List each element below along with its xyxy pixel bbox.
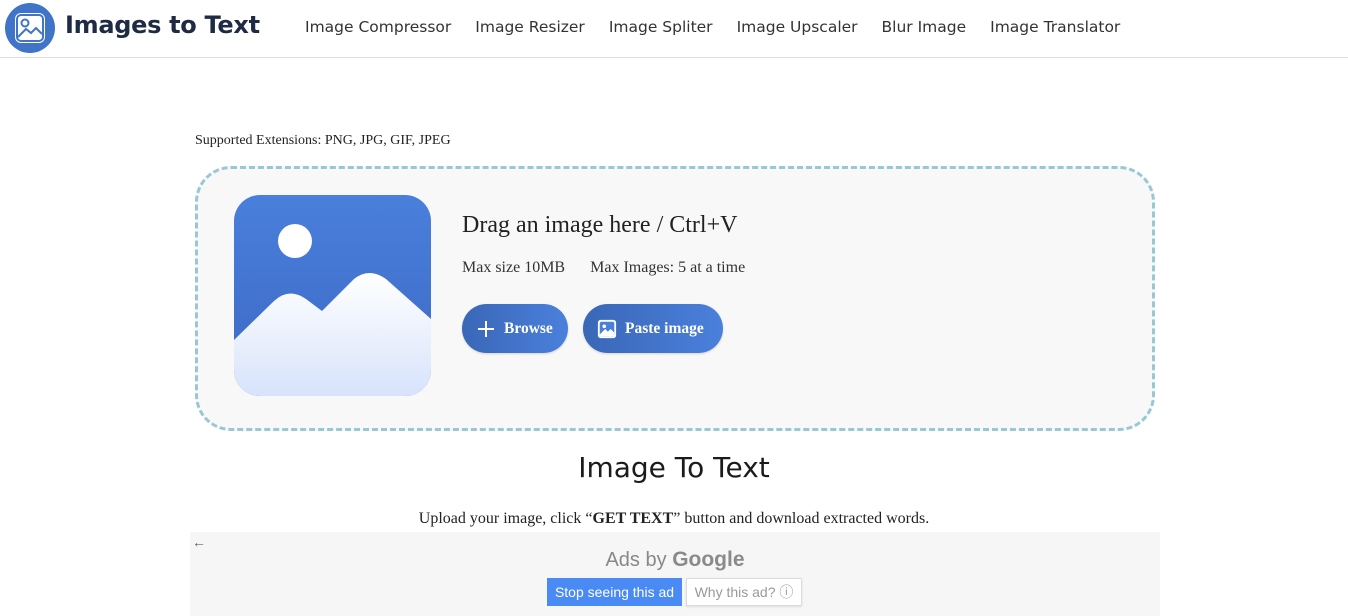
image-drop-zone[interactable]: Drag an image here / Ctrl+V Max size 10M… bbox=[195, 166, 1155, 431]
plus-icon bbox=[476, 319, 496, 339]
paste-image-button[interactable]: Paste image bbox=[583, 304, 723, 353]
ads-by-text: Ads by bbox=[605, 549, 667, 571]
drop-limits: Max size 10MB Max Images: 5 at a time bbox=[462, 259, 745, 277]
supported-extensions: Supported Extensions: PNG, JPG, GIF, JPE… bbox=[195, 133, 451, 148]
image-placeholder-icon bbox=[234, 195, 431, 396]
why-this-ad-button[interactable]: Why this ad? ⓘ bbox=[686, 578, 802, 606]
page-title: Image To Text bbox=[578, 451, 770, 484]
nav-image-spliter[interactable]: Image Spliter bbox=[609, 18, 713, 36]
google-logo: Google bbox=[672, 548, 745, 571]
nav-image-translator[interactable]: Image Translator bbox=[990, 18, 1120, 36]
drop-title: Drag an image here / Ctrl+V bbox=[462, 212, 738, 238]
nav-image-compressor[interactable]: Image Compressor bbox=[305, 18, 451, 36]
image-icon bbox=[597, 319, 617, 339]
browse-button[interactable]: Browse bbox=[462, 304, 568, 353]
browse-label: Browse bbox=[504, 319, 553, 337]
max-images-text: Max Images: 5 at a time bbox=[590, 259, 746, 276]
ad-container: ← Ads by Google Stop seeing this ad Why … bbox=[190, 532, 1160, 616]
subtitle-bold: GET TEXT bbox=[592, 510, 674, 527]
nav-image-resizer[interactable]: Image Resizer bbox=[475, 18, 585, 36]
brand-name[interactable]: Images to Text bbox=[65, 11, 260, 39]
logo-icon[interactable] bbox=[5, 3, 55, 53]
page-subtitle: Upload your image, click “GET TEXT” butt… bbox=[0, 510, 1348, 528]
max-size-text: Max size 10MB bbox=[462, 259, 566, 276]
stop-seeing-ad-button[interactable]: Stop seeing this ad bbox=[547, 578, 682, 606]
header: Images to Text Image Compressor Image Re… bbox=[0, 0, 1348, 58]
paste-label: Paste image bbox=[625, 319, 704, 337]
ads-by-google: Ads by Google bbox=[190, 548, 1160, 572]
nav-image-upscaler[interactable]: Image Upscaler bbox=[737, 18, 858, 36]
nav-blur-image[interactable]: Blur Image bbox=[882, 18, 967, 36]
subtitle-pre: Upload your image, click “ bbox=[418, 510, 593, 527]
main-nav: Image Compressor Image Resizer Image Spl… bbox=[305, 18, 1144, 36]
subtitle-post: ” button and download extracted words. bbox=[673, 510, 930, 527]
